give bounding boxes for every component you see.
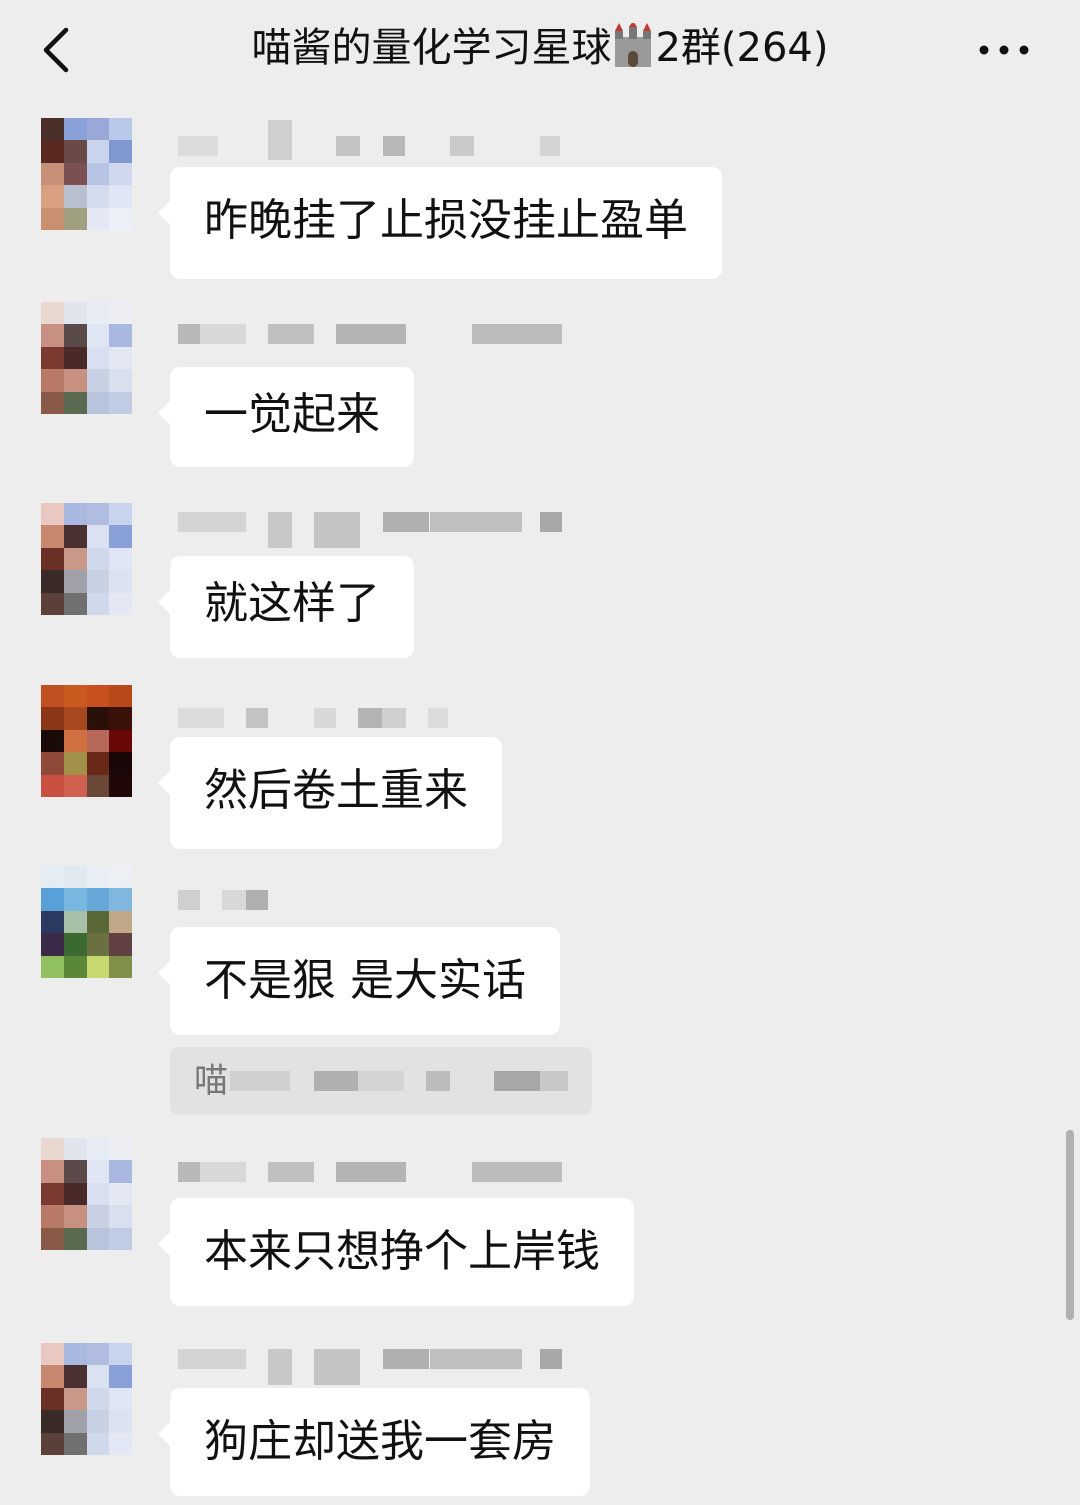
message-bubble[interactable]: 就这样了 <box>158 556 414 658</box>
avatar[interactable] <box>41 118 132 230</box>
sender-name-obscured[interactable] <box>178 1158 568 1186</box>
message-bubble[interactable]: 昨晚挂了止损没挂止盈单 <box>158 167 722 279</box>
message-bubble[interactable]: 然后卷土重来 <box>158 737 502 849</box>
avatar[interactable] <box>41 1343 132 1455</box>
message-bubble[interactable]: 一觉起来 <box>158 367 414 467</box>
sender-name-obscured[interactable] <box>178 886 568 914</box>
castle-icon <box>615 23 652 67</box>
avatar[interactable] <box>41 1138 132 1250</box>
quote-sender-initial: 喵 <box>194 1061 228 1101</box>
message-bubble[interactable]: 不是狠 是大实话 <box>158 927 560 1035</box>
chat-header: 喵酱的量化学习星球 2群(264) <box>0 0 1080 100</box>
ellipsis-icon <box>979 45 1029 55</box>
more-button[interactable] <box>976 30 1032 70</box>
sender-name-obscured[interactable] <box>178 120 568 160</box>
quoted-message[interactable]: 喵 <box>170 1047 592 1115</box>
chevron-left-icon <box>43 27 69 73</box>
avatar[interactable] <box>41 503 132 615</box>
chat-title-name: 喵酱的量化学习星球 <box>251 25 612 71</box>
avatar[interactable] <box>41 685 132 797</box>
avatar[interactable] <box>41 302 132 414</box>
avatar[interactable] <box>41 866 132 978</box>
chat-title: 喵酱的量化学习星球 2群(264) <box>150 20 930 76</box>
chat-title-count: 2群(264) <box>655 25 829 71</box>
sender-name-obscured[interactable] <box>178 508 568 548</box>
sender-name-obscured[interactable] <box>178 704 568 732</box>
sender-name-obscured[interactable] <box>178 320 568 348</box>
message-bubble[interactable]: 本来只想挣个上岸钱 <box>158 1198 634 1306</box>
message-bubble[interactable]: 狗庄却送我一套房 <box>158 1388 590 1496</box>
scrollbar[interactable] <box>1066 1130 1074 1320</box>
back-button[interactable] <box>36 24 76 76</box>
sender-name-obscured[interactable] <box>178 1345 568 1385</box>
